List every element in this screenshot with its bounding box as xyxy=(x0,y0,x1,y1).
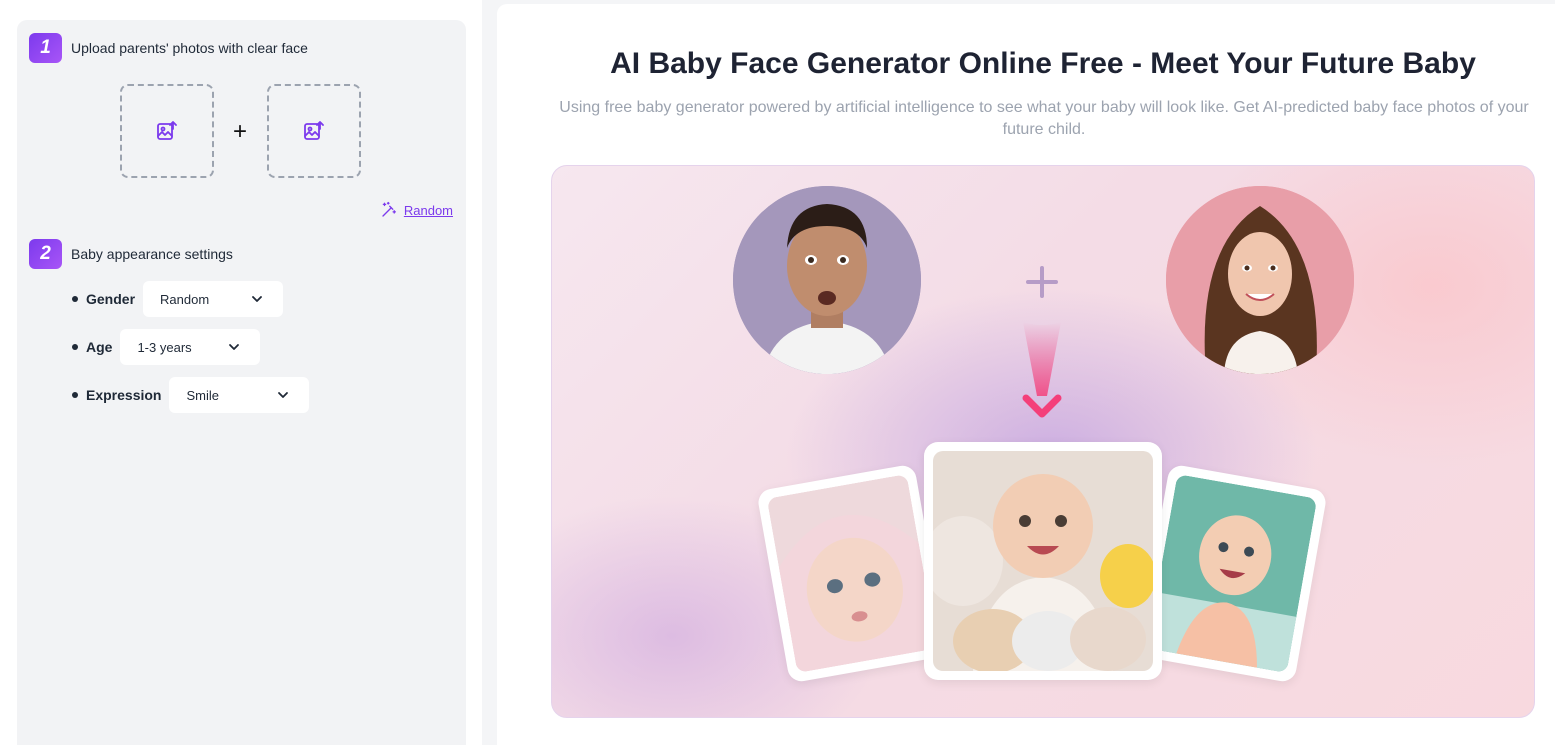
plus-sign: + xyxy=(233,118,248,145)
bullet xyxy=(72,344,78,350)
mother-photo-upload[interactable] xyxy=(267,84,361,178)
page-title: AI Baby Face Generator Online Free - Mee… xyxy=(610,47,1476,80)
age-setting: Age 1-3 years xyxy=(72,329,261,365)
image-upload-icon xyxy=(157,121,177,140)
left-sidebar: 1 Upload parents' photos with clear face… xyxy=(0,0,482,745)
step-settings: 2 Baby appearance settings xyxy=(29,239,233,269)
father-portrait xyxy=(733,186,921,374)
expression-label: Expression xyxy=(86,387,162,403)
mother-photo xyxy=(1166,186,1354,374)
combine-arrow-icon xyxy=(1022,266,1062,418)
gender-label: Gender xyxy=(86,291,136,307)
baby-photo-main xyxy=(933,451,1153,671)
random-label: Random xyxy=(403,202,453,218)
step-upload-label: Upload parents' photos with clear face xyxy=(71,40,308,56)
hero-illustration xyxy=(551,165,1535,718)
magic-wand-icon xyxy=(382,201,396,217)
baby-photo xyxy=(1146,474,1318,673)
step-number-badge: 2 xyxy=(29,239,62,269)
chevron-down-icon xyxy=(229,344,240,350)
father-photo xyxy=(733,186,921,374)
page-subtitle: Using free baby generator powered by art… xyxy=(559,99,1529,138)
gender-value: Random xyxy=(160,291,210,307)
baby-photo xyxy=(766,474,938,673)
step-number-badge: 1 xyxy=(29,33,62,63)
expression-value: Smile xyxy=(186,387,219,403)
expression-select[interactable]: Smile xyxy=(169,377,310,413)
gender-setting: Gender Random xyxy=(72,281,284,317)
bullet xyxy=(72,392,78,398)
expression-setting: Expression Smile xyxy=(72,377,310,413)
father-photo-upload[interactable] xyxy=(120,84,214,178)
baby-photo-card xyxy=(756,463,948,684)
mother-portrait xyxy=(1166,186,1354,374)
step-settings-label: Baby appearance settings xyxy=(71,246,233,262)
chevron-down-icon xyxy=(278,392,289,398)
baby-photo-card xyxy=(1136,463,1328,684)
image-upload-icon xyxy=(304,121,324,140)
gender-select[interactable]: Random xyxy=(143,281,284,317)
age-select[interactable]: 1-3 years xyxy=(120,329,261,365)
bullet xyxy=(72,296,78,302)
baby-photo-card-main xyxy=(924,442,1162,680)
age-label: Age xyxy=(86,339,113,355)
chevron-down-icon xyxy=(252,296,262,302)
settings-panel: 1 Upload parents' photos with clear face… xyxy=(17,20,466,745)
step-upload: 1 Upload parents' photos with clear face xyxy=(29,33,308,63)
random-parents-link[interactable]: Random xyxy=(380,201,453,219)
age-value: 1-3 years xyxy=(137,339,192,355)
main-content: AI Baby Face Generator Online Free - Mee… xyxy=(497,4,1555,745)
